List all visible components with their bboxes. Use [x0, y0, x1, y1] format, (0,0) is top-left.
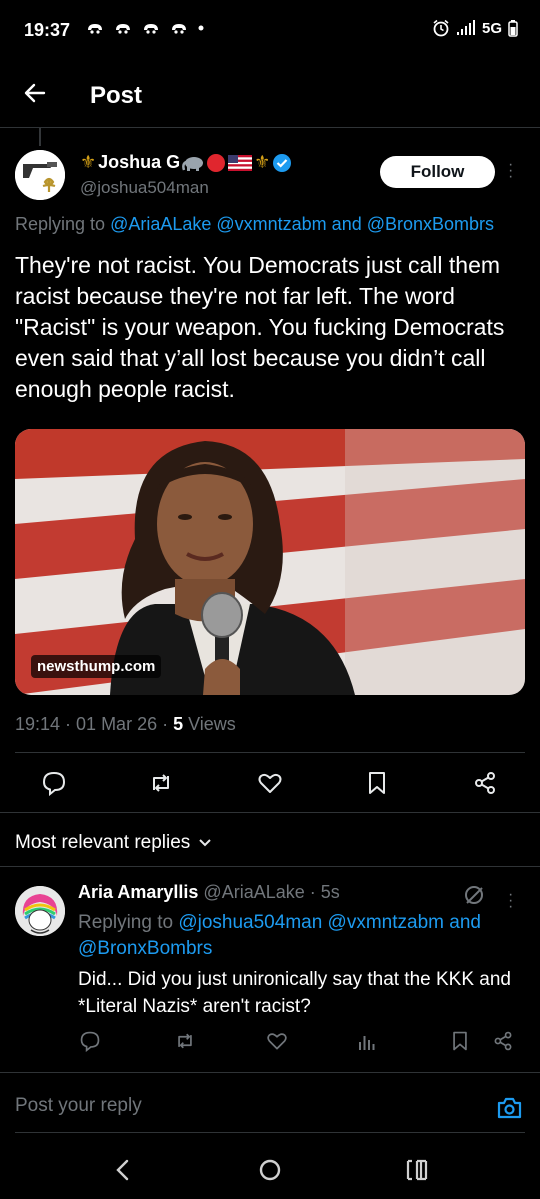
author-name-row[interactable]: ⚜ Joshua G ⚜ — [80, 152, 292, 173]
back-arrow-icon[interactable] — [22, 80, 48, 106]
elephant-emoji — [182, 156, 204, 171]
reply-author-avatar[interactable] — [15, 886, 65, 936]
bookmark-icon[interactable] — [449, 1030, 471, 1052]
divider — [0, 1072, 540, 1073]
alarm-icon — [433, 19, 449, 37]
post-meta: 19:14 · 01 Mar 26 · 5 Views — [15, 714, 236, 735]
author-name: Joshua G — [98, 152, 181, 172]
reply-replying-prefix: Replying to — [78, 912, 179, 933]
repost-icon[interactable] — [174, 1030, 196, 1052]
replying-prefix: Replying to — [15, 214, 111, 234]
top-bar: Post — [0, 62, 540, 128]
reply-composer-input[interactable] — [15, 1095, 485, 1117]
us-flag-emoji — [228, 154, 253, 171]
red-circle-emoji — [207, 153, 226, 172]
bookmark-icon[interactable] — [364, 770, 390, 796]
status-right: 5G — [432, 19, 518, 37]
app-notification-icon — [88, 24, 102, 34]
nav-home-icon[interactable] — [257, 1157, 283, 1183]
follow-button[interactable]: Follow — [380, 156, 495, 188]
reply-sort-label: Most relevant replies — [15, 832, 191, 853]
app-notification-icon — [144, 24, 158, 34]
more-notifications-dot-icon — [198, 25, 204, 31]
repost-icon[interactable] — [148, 770, 174, 796]
nav-recents-icon[interactable] — [404, 1157, 430, 1183]
fleur-de-lis-emoji: ⚜ — [254, 152, 271, 172]
post-image[interactable]: newsthump.com — [15, 429, 525, 695]
reply-author-name[interactable]: Aria Amaryllis — [78, 882, 198, 902]
battery-icon — [508, 19, 518, 37]
app-notification-icon — [172, 24, 186, 34]
views-count: 5 — [173, 714, 184, 734]
divider — [15, 1132, 525, 1133]
divider — [15, 752, 525, 753]
notification-icons — [86, 21, 204, 35]
author-avatar[interactable] — [15, 150, 65, 200]
thread-connector — [39, 128, 41, 146]
verified-badge-icon — [273, 153, 292, 172]
replying-handles[interactable]: @AriaALake @vxmntzabm and @BronxBombrs — [110, 214, 494, 234]
camera-icon[interactable] — [496, 1096, 523, 1120]
status-bar: 19:37 5G — [0, 0, 540, 62]
nav-back-icon[interactable] — [110, 1157, 136, 1183]
divider — [0, 812, 540, 813]
post-actions — [0, 758, 540, 810]
grok-icon[interactable] — [463, 884, 485, 906]
reply-replying-to-line: Replying to @joshua504man @vxmntzabm and… — [78, 910, 528, 962]
signal-icon — [456, 20, 475, 35]
image-source-caption: newsthump.com — [31, 655, 162, 678]
like-icon[interactable] — [257, 770, 283, 796]
status-time: 19:37 — [24, 20, 71, 40]
page-title: Post — [90, 82, 143, 109]
more-options-icon[interactable]: · · · — [508, 157, 513, 185]
post-timestamp: 19:14 · 01 Mar 26 · — [15, 714, 174, 734]
divider — [0, 866, 540, 867]
system-nav-bar — [0, 1139, 540, 1199]
reply-icon[interactable] — [41, 770, 67, 796]
like-icon[interactable] — [266, 1030, 288, 1052]
reply-sort-toggle[interactable]: Most relevant replies — [15, 832, 212, 854]
views-label: Views — [183, 714, 236, 734]
author-handle[interactable]: @joshua504man — [80, 178, 209, 198]
reply-text: Did... Did you just unironically say tha… — [78, 969, 512, 1017]
views-icon[interactable] — [356, 1030, 378, 1052]
reply-actions — [0, 1028, 540, 1058]
network-type: 5G — [481, 19, 502, 37]
reply-more-options-icon[interactable]: · · · — [508, 887, 513, 915]
reply-icon[interactable] — [79, 1030, 101, 1052]
share-icon[interactable] — [472, 770, 498, 796]
share-icon[interactable] — [492, 1030, 514, 1052]
app-notification-icon — [116, 24, 130, 34]
chevron-down-icon — [199, 839, 212, 847]
fleur-de-lis-emoji: ⚜ — [80, 152, 97, 172]
post-text: They're not racist. You Democrats just c… — [15, 252, 505, 402]
replying-to-line: Replying to @AriaALake @vxmntzabm and @B… — [15, 214, 494, 235]
reply-handle-time[interactable]: @AriaALake · 5s — [203, 882, 339, 902]
reply-header: Aria Amaryllis @AriaALake · 5s — [78, 882, 340, 903]
